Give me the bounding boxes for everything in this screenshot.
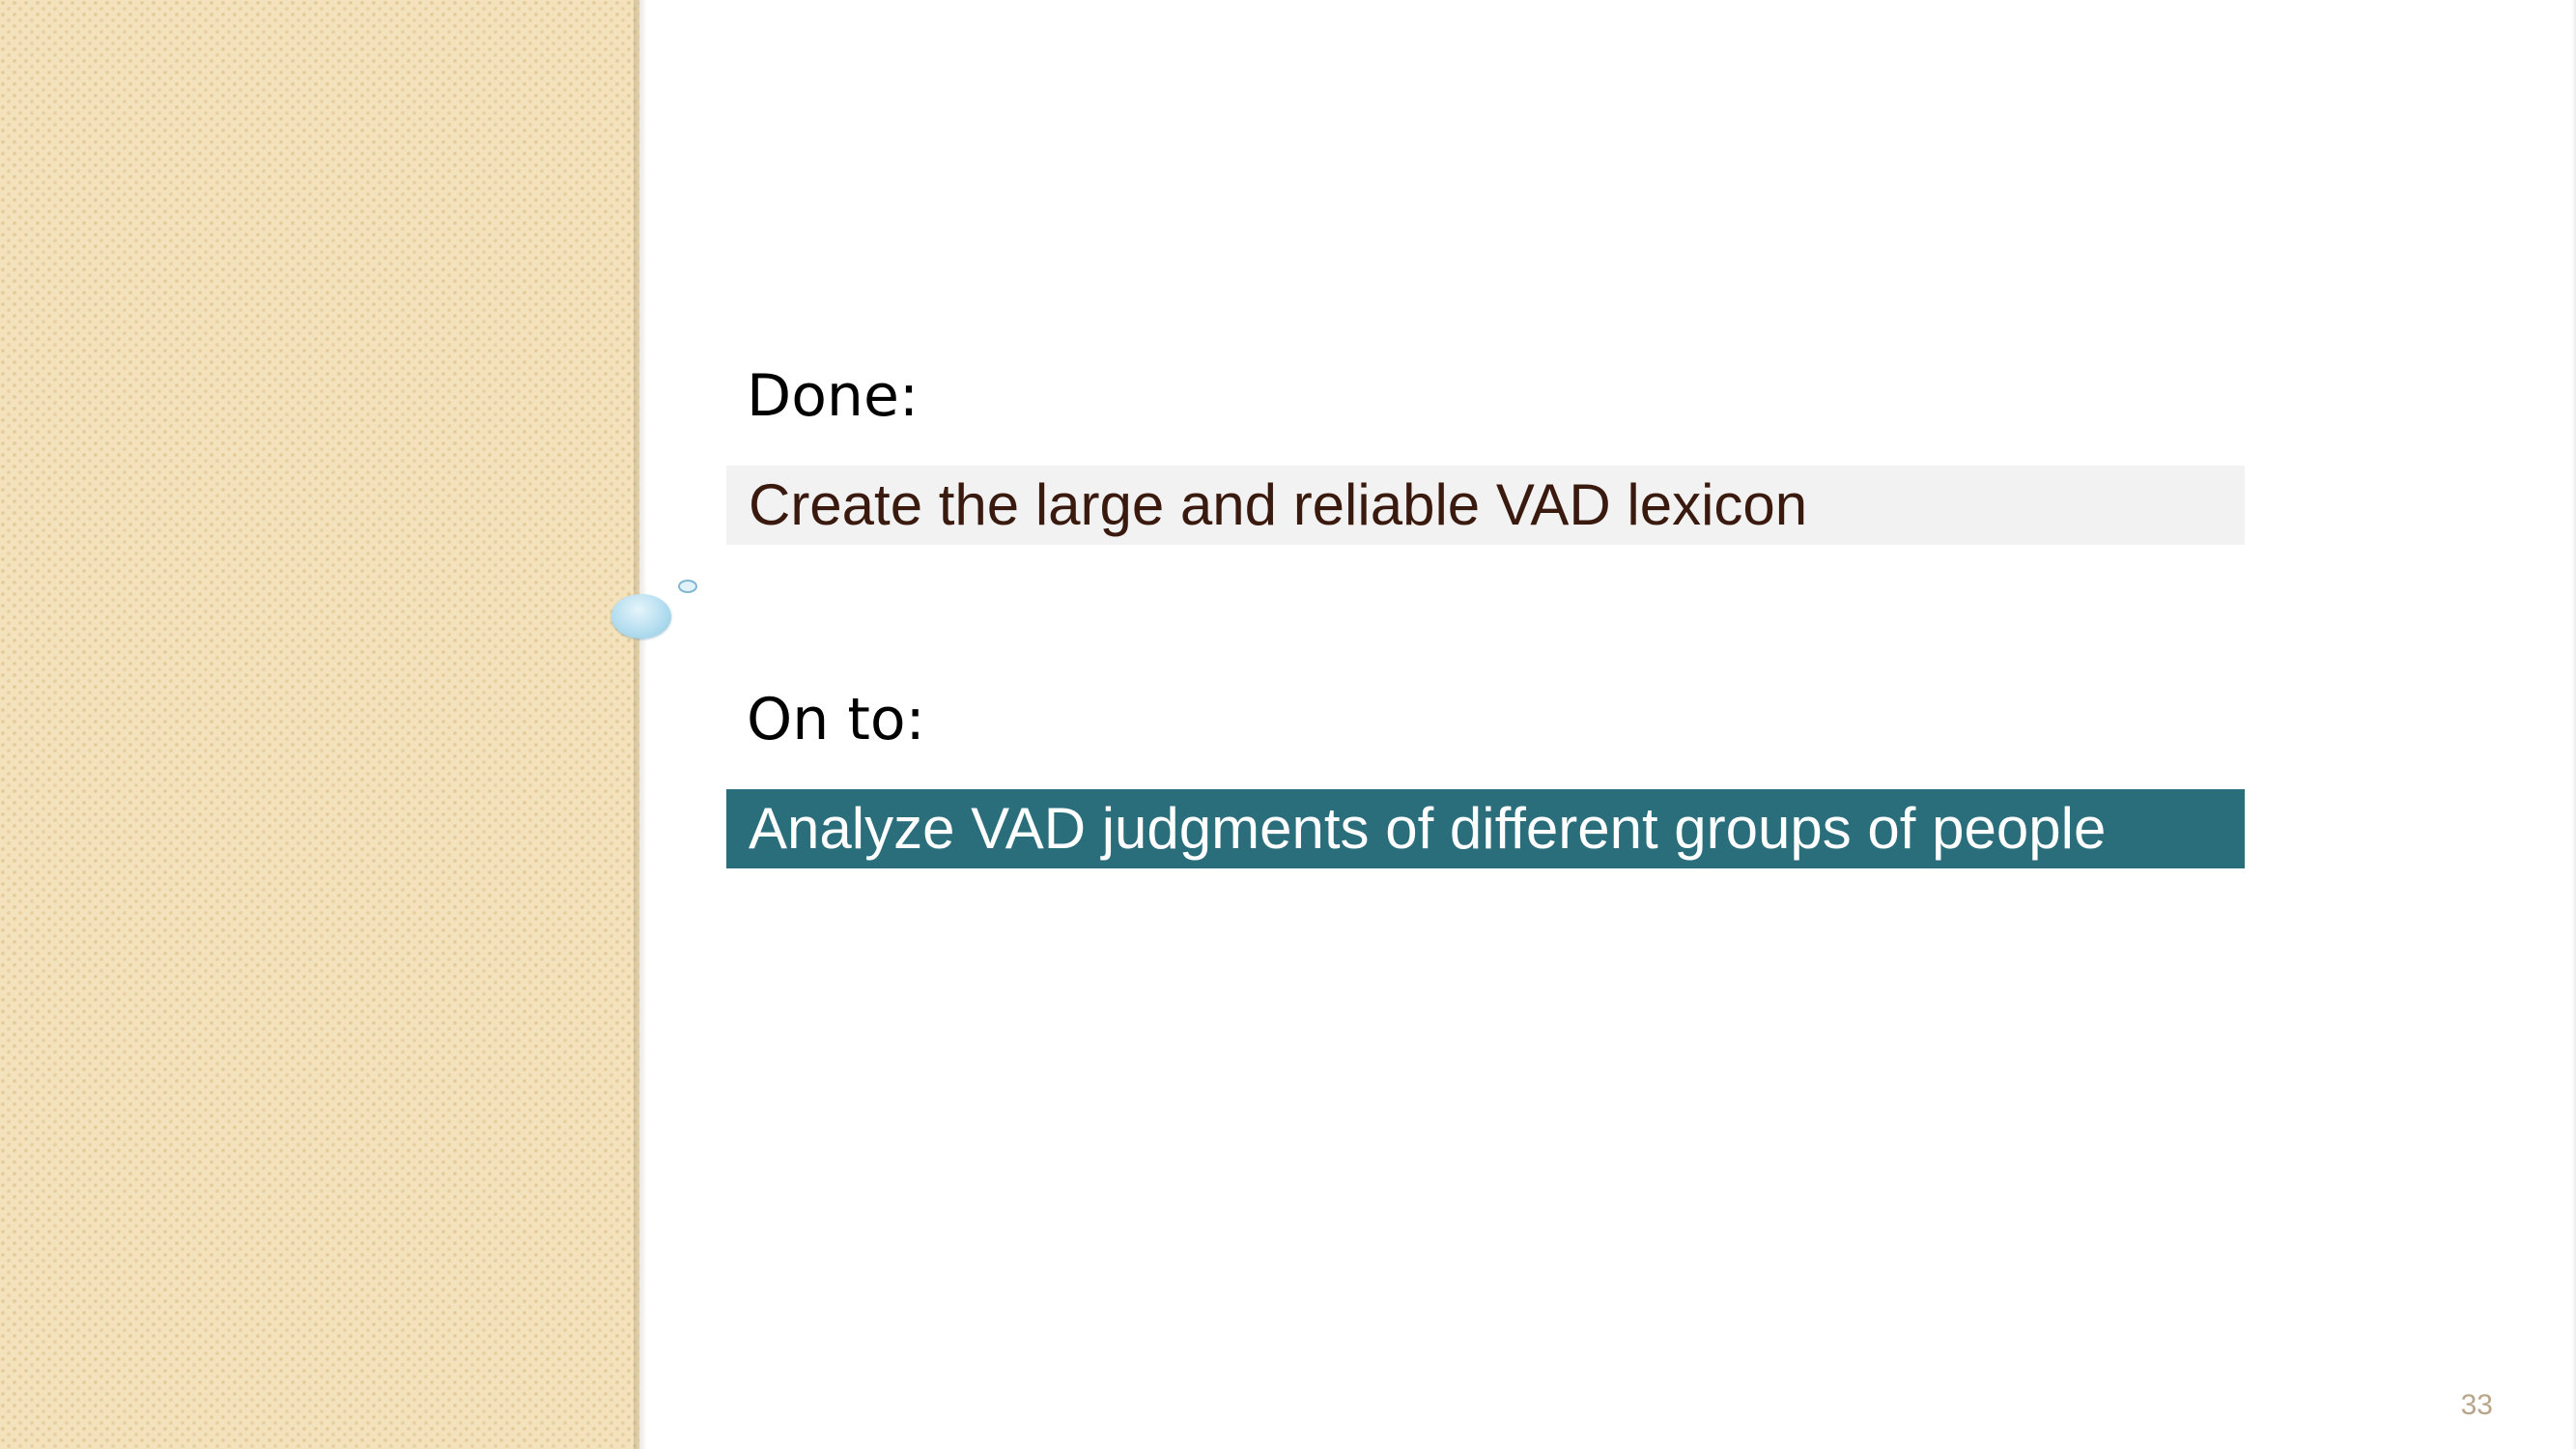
done-heading: Done: xyxy=(747,362,920,430)
onto-item-text: Analyze VAD judgments of different group… xyxy=(749,796,2107,861)
done-item-text: Create the large and reliable VAD lexico… xyxy=(749,472,1808,537)
slide-page-number: 33 xyxy=(2460,1389,2493,1421)
slide-right-edge xyxy=(2572,0,2576,1449)
done-item-box: Create the large and reliable VAD lexico… xyxy=(726,466,2245,545)
decorative-side-panel xyxy=(0,0,639,1449)
large-bubble-decoration xyxy=(611,594,671,639)
side-panel-shadow xyxy=(634,0,647,1449)
onto-item-box: Analyze VAD judgments of different group… xyxy=(726,789,2245,868)
small-bubble-decoration xyxy=(678,580,697,593)
onto-heading: On to: xyxy=(747,686,925,753)
